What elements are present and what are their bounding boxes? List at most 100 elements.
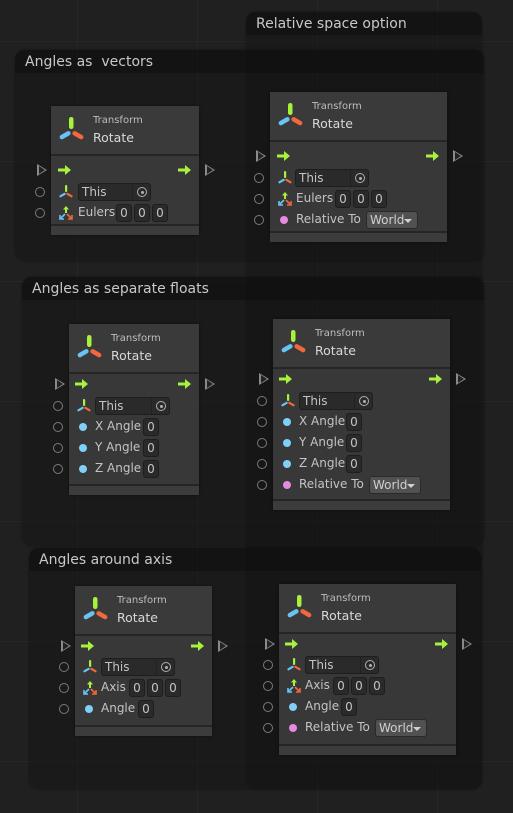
flow-row	[61, 636, 228, 657]
z-angle-field[interactable]: 0	[346, 455, 362, 473]
float-port-dot	[283, 460, 291, 468]
flow-output-port[interactable]	[462, 638, 472, 650]
input-port[interactable]	[263, 702, 273, 712]
relative-to-dropdown[interactable]: World	[369, 476, 421, 494]
y-angle-field[interactable]: 0	[346, 434, 362, 452]
flow-output-port[interactable]	[205, 378, 215, 390]
input-port[interactable]	[53, 401, 63, 411]
group-title[interactable]: Angles as separate floats	[22, 277, 484, 300]
flow-input-port[interactable]	[61, 640, 71, 652]
input-port[interactable]	[257, 459, 267, 469]
x-angle-field[interactable]: 0	[143, 418, 159, 436]
group-title[interactable]: Relative space option	[246, 12, 482, 35]
angle-field[interactable]: 0	[341, 698, 357, 716]
x-angle-field[interactable]: 0	[346, 413, 362, 431]
z-angle-row: Z Angle 0	[257, 454, 450, 475]
axis-x-field[interactable]: 0	[129, 679, 145, 697]
eulers-y-field[interactable]: 0	[353, 190, 369, 208]
axis-x-field[interactable]: 0	[333, 677, 349, 695]
eulers-x-field[interactable]: 0	[116, 204, 132, 222]
input-port[interactable]	[257, 438, 267, 448]
eulers-y-field[interactable]: 0	[134, 204, 150, 222]
eulers-z-field[interactable]: 0	[152, 204, 168, 222]
node-header[interactable]: Transform Rotate	[69, 324, 199, 374]
flow-output-port[interactable]	[218, 640, 228, 652]
node-header[interactable]: Transform Rotate	[75, 586, 212, 636]
flow-input-port[interactable]	[55, 378, 65, 390]
input-port[interactable]	[254, 215, 264, 225]
enum-port-dot	[289, 724, 297, 732]
transform-small-icon	[82, 659, 98, 675]
axis-z-field[interactable]: 0	[165, 679, 181, 697]
input-port[interactable]	[257, 480, 267, 490]
input-port[interactable]	[35, 208, 45, 218]
input-port[interactable]	[35, 187, 45, 197]
angle-field[interactable]: 0	[138, 700, 154, 718]
node-header[interactable]: Transform Rotate	[270, 92, 447, 142]
flow-input-port[interactable]	[256, 150, 266, 162]
group-title[interactable]: Angles around axis	[29, 548, 481, 571]
flow-input-port[interactable]	[265, 638, 275, 650]
rotate-node[interactable]: Transform Rotate This Eulers 0 0 0 Relat…	[254, 92, 463, 242]
node-category: Transform	[117, 595, 167, 606]
axis-y-field[interactable]: 0	[147, 679, 163, 697]
eulers-x-field[interactable]: 0	[335, 190, 351, 208]
node-footer	[75, 725, 212, 736]
flow-arrow-icon	[435, 638, 449, 650]
target-field[interactable]: This	[295, 169, 369, 187]
target-field[interactable]: This	[305, 656, 379, 674]
flow-row	[55, 374, 215, 395]
input-port[interactable]	[254, 173, 264, 183]
rotate-node[interactable]: Transform Rotate This X Angle 0 Y Angle …	[53, 324, 215, 495]
flow-arrow-icon	[81, 640, 95, 652]
y-angle-field[interactable]: 0	[143, 439, 159, 457]
rotate-node[interactable]: Transform Rotate This Eulers 0 0 0	[35, 106, 215, 235]
object-picker-icon[interactable]	[354, 393, 372, 409]
input-port[interactable]	[254, 194, 264, 204]
input-port[interactable]	[59, 704, 69, 714]
z-angle-field[interactable]: 0	[143, 460, 159, 478]
input-port[interactable]	[53, 464, 63, 474]
x-angle-row: X Angle 0	[53, 417, 199, 438]
object-picker-icon[interactable]	[360, 657, 378, 673]
object-picker-icon[interactable]	[132, 184, 150, 200]
relative-to-dropdown[interactable]: World	[366, 211, 418, 229]
axis-z-field[interactable]: 0	[369, 677, 385, 695]
flow-output-port[interactable]	[456, 373, 466, 385]
group-title[interactable]: Angles as vectors	[15, 50, 484, 73]
target-field[interactable]: This	[95, 397, 170, 415]
object-picker-icon[interactable]	[156, 659, 174, 675]
flow-input-port[interactable]	[259, 373, 269, 385]
node-category: Transform	[93, 115, 143, 126]
axis-y-field[interactable]: 0	[351, 677, 367, 695]
input-port[interactable]	[257, 396, 267, 406]
flow-output-port[interactable]	[205, 164, 215, 176]
input-port[interactable]	[257, 417, 267, 427]
input-port[interactable]	[263, 681, 273, 691]
target-field[interactable]: This	[299, 392, 373, 410]
rotate-node[interactable]: Transform Rotate This Axis 0 0 0 Angle 0…	[263, 584, 472, 755]
rotate-node[interactable]: Transform Rotate This Axis 0 0 0 Angle 0	[59, 586, 228, 736]
node-header[interactable]: Transform Rotate	[279, 584, 456, 634]
flow-output-port[interactable]	[453, 150, 463, 162]
input-port[interactable]	[59, 662, 69, 672]
node-title: Rotate	[117, 610, 158, 625]
vector3-icon	[58, 205, 74, 221]
input-port[interactable]	[263, 723, 273, 733]
input-port[interactable]	[53, 443, 63, 453]
flow-input-port[interactable]	[37, 164, 47, 176]
object-picker-icon[interactable]	[151, 398, 169, 414]
node-title: Rotate	[315, 343, 356, 358]
node-header[interactable]: Transform Rotate	[273, 319, 450, 369]
x-angle-label: X Angle	[299, 414, 346, 428]
input-port[interactable]	[263, 660, 273, 670]
eulers-z-field[interactable]: 0	[371, 190, 387, 208]
object-picker-icon[interactable]	[350, 170, 368, 186]
node-header[interactable]: Transform Rotate	[51, 106, 199, 156]
input-port[interactable]	[53, 422, 63, 432]
rotate-node[interactable]: Transform Rotate This X Angle 0 Y Angle …	[257, 319, 466, 510]
input-port[interactable]	[59, 683, 69, 693]
relative-to-dropdown[interactable]: World	[375, 719, 427, 737]
target-field[interactable]: This	[101, 658, 175, 676]
target-field[interactable]: This	[78, 183, 151, 201]
